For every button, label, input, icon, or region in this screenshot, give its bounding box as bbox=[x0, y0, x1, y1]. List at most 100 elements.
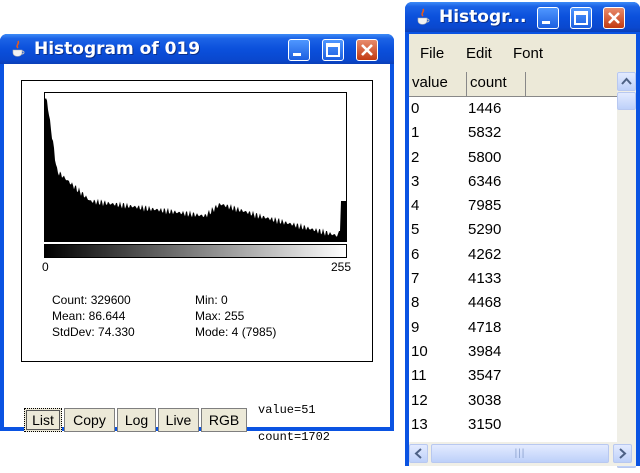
cell-count: 3038 bbox=[468, 391, 502, 409]
scroll-right-button[interactable] bbox=[613, 444, 632, 463]
table-row[interactable]: 7 4133 bbox=[409, 267, 617, 291]
cell-value: 13 bbox=[411, 415, 428, 433]
cell-count: 4133 bbox=[468, 270, 502, 288]
table-header: value count bbox=[409, 72, 617, 97]
cell-count: 4262 bbox=[468, 245, 502, 263]
histogram-panel: 0 255 Count: 329600 Mean: 86.644 StdDev:… bbox=[21, 80, 373, 362]
maximize-button[interactable] bbox=[570, 7, 592, 29]
table-row[interactable]: 1 5832 bbox=[409, 121, 617, 145]
cell-count: 4718 bbox=[468, 318, 502, 336]
copy-button[interactable]: Copy bbox=[64, 408, 115, 432]
column-header-count[interactable]: count bbox=[470, 74, 507, 91]
table-row[interactable]: 4 7985 bbox=[409, 194, 617, 218]
stat-max: Max: 255 bbox=[195, 309, 245, 323]
minimize-icon bbox=[293, 53, 301, 56]
log-button[interactable]: Log bbox=[117, 408, 156, 432]
table-row[interactable]: 6 4262 bbox=[409, 243, 617, 267]
cell-count: 5800 bbox=[468, 148, 502, 166]
histogram-client-area: 0 255 Count: 329600 Mean: 86.644 StdDev:… bbox=[4, 64, 390, 444]
table-row[interactable]: 5 5290 bbox=[409, 218, 617, 242]
cell-value: 9 bbox=[411, 318, 420, 336]
horizontal-scroll-thumb[interactable]: ||| bbox=[431, 444, 609, 463]
cell-value: 0 bbox=[411, 100, 420, 117]
cell-value: 4 bbox=[411, 197, 420, 215]
table-row[interactable]: 9 4718 bbox=[409, 316, 617, 340]
list-client-area: File Edit Font value count 0 1446 1 5832 2 58… bbox=[409, 34, 636, 468]
cell-count: 7985 bbox=[468, 197, 502, 215]
histogram-graph bbox=[45, 98, 346, 241]
cell-count: 6346 bbox=[468, 172, 502, 190]
grip-icon: ||| bbox=[514, 448, 526, 459]
histogram-plot bbox=[44, 92, 347, 242]
close-icon bbox=[608, 12, 620, 24]
cell-value: 11 bbox=[411, 367, 427, 385]
cell-value: 8 bbox=[411, 294, 420, 312]
list-button[interactable]: List bbox=[24, 408, 62, 432]
horizontal-scrollbar[interactable]: ||| bbox=[409, 442, 636, 466]
scroll-thumb[interactable] bbox=[617, 92, 636, 110]
cell-count: 4468 bbox=[468, 294, 502, 312]
menu-bar: File Edit Font bbox=[409, 34, 636, 72]
cell-value: 5 bbox=[411, 221, 420, 239]
table-row[interactable]: 2 5800 bbox=[409, 146, 617, 170]
cell-value: 12 bbox=[411, 391, 428, 409]
live-button[interactable]: Live bbox=[158, 408, 199, 432]
minimize-button[interactable] bbox=[537, 7, 559, 29]
cell-count: 3150 bbox=[468, 415, 502, 433]
stat-mode: Mode: 4 (7985) bbox=[195, 325, 277, 339]
table-row[interactable]: 12 3038 bbox=[409, 389, 617, 413]
cell-value: 1 bbox=[411, 124, 420, 142]
table-body[interactable]: 0 1446 1 5832 2 5800 3 6346 4 7985 5 5290 6 4262 7 4133… bbox=[409, 97, 617, 468]
table-row[interactable]: 10 3984 bbox=[409, 340, 617, 364]
maximize-icon bbox=[574, 11, 588, 25]
stat-count: Count: 329600 bbox=[52, 293, 131, 307]
histogram-area bbox=[45, 98, 346, 241]
table-row[interactable]: 13 3150 bbox=[409, 413, 617, 437]
java-cup-icon bbox=[12, 40, 25, 57]
axis-min-label: 0 bbox=[42, 260, 49, 274]
cell-count: 1446 bbox=[468, 100, 502, 117]
column-divider[interactable] bbox=[466, 72, 467, 96]
arrow-left-icon bbox=[414, 448, 422, 459]
histogram-title-bar[interactable]: Histogram of 019 bbox=[0, 34, 394, 64]
window-title: Histogr... bbox=[439, 7, 527, 27]
cell-count: 5832 bbox=[468, 124, 502, 142]
cell-count: 3984 bbox=[468, 342, 502, 360]
table-row[interactable]: 8 4468 bbox=[409, 291, 617, 315]
close-icon bbox=[361, 44, 373, 56]
minimize-icon bbox=[542, 21, 550, 24]
maximize-button[interactable] bbox=[322, 39, 344, 61]
value-readout: value=51 bbox=[258, 403, 316, 417]
table-row[interactable]: 3 6346 bbox=[409, 170, 617, 194]
menu-edit[interactable]: Edit bbox=[466, 45, 492, 62]
close-button[interactable] bbox=[603, 7, 625, 29]
stat-stddev: StdDev: 74.330 bbox=[52, 325, 135, 339]
menu-font[interactable]: Font bbox=[513, 45, 543, 62]
histogram-window: Histogram of 019 0 255 Count: 329600 Mea… bbox=[0, 34, 394, 444]
cell-value: 10 bbox=[411, 342, 428, 360]
menu-file[interactable]: File bbox=[420, 45, 444, 62]
arrow-right-icon bbox=[619, 448, 627, 459]
list-title-bar[interactable]: Histogr... bbox=[405, 2, 640, 32]
scroll-left-button[interactable] bbox=[409, 444, 428, 463]
column-header-value[interactable]: value bbox=[412, 74, 448, 91]
rgb-button[interactable]: RGB bbox=[201, 408, 247, 432]
minimize-button[interactable] bbox=[288, 39, 310, 61]
stat-min: Min: 0 bbox=[195, 293, 228, 307]
scroll-up-button[interactable] bbox=[617, 72, 636, 91]
cell-value: 3 bbox=[411, 172, 420, 190]
cell-value: 2 bbox=[411, 148, 420, 166]
table-row[interactable]: 11 3547 bbox=[409, 364, 617, 388]
cell-value: 6 bbox=[411, 245, 420, 263]
window-title: Histogram of 019 bbox=[34, 39, 201, 59]
table-row[interactable]: 0 1446 bbox=[409, 97, 617, 121]
arrow-up-icon bbox=[621, 77, 632, 85]
java-cup-icon bbox=[417, 8, 430, 25]
close-button[interactable] bbox=[356, 39, 378, 61]
vertical-scrollbar[interactable] bbox=[617, 72, 636, 468]
stat-mean: Mean: 86.644 bbox=[52, 309, 126, 323]
axis-max-label: 255 bbox=[331, 260, 352, 274]
count-readout: count=1702 bbox=[258, 430, 331, 444]
cell-count: 3547 bbox=[468, 367, 502, 385]
column-divider[interactable] bbox=[525, 72, 526, 96]
